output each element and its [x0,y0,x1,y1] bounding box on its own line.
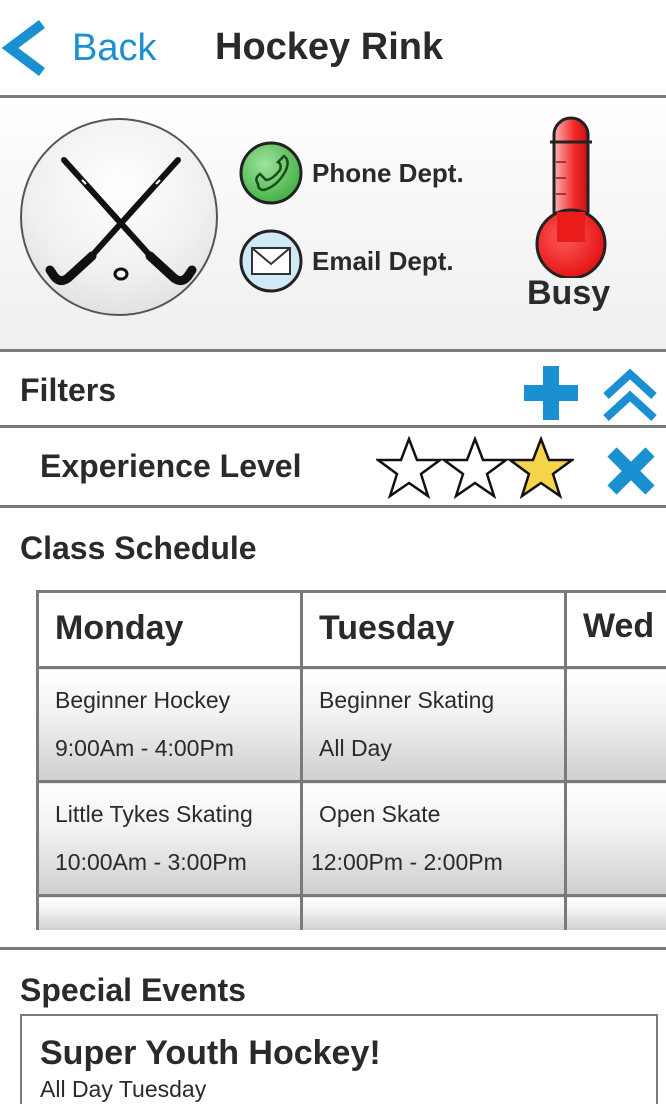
thermometer-icon [535,116,607,278]
busy-status-label: Busy [527,274,611,312]
crossed-hockey-sticks-icon [45,157,197,286]
event-when: All Day Tuesday [40,1076,207,1102]
star-outline-icon[interactable] [376,436,442,500]
email-dept-label: Email Dept. [312,245,454,276]
class-time: All Day [319,735,392,761]
schedule-cell[interactable] [564,894,666,930]
schedule-header-row: Monday Tuesday Wed [36,590,666,669]
schedule-cell[interactable]: Open Skate 12:00Pm - 2:00Pm [300,780,567,897]
section-divider [0,947,666,950]
star-outline-icon[interactable] [442,436,508,500]
class-name: Beginner Hockey [55,687,231,713]
experience-level-filter: Experience Level [0,428,666,508]
filters-title: Filters [20,372,117,408]
day-header-monday: Monday [36,590,303,669]
phone-icon [239,141,303,205]
experience-star-rating[interactable] [376,436,574,500]
class-time: 9:00Am - 4:00Pm [55,735,234,761]
schedule-cell[interactable]: Beginner Skating All Day [300,666,567,783]
schedule-cell[interactable] [36,894,303,930]
add-filter-plus-icon[interactable] [522,364,580,422]
header-bar: Back Hockey Rink [0,0,666,98]
day-header-wednesday: Wed [564,590,666,669]
phone-dept-label: Phone Dept. [312,157,464,188]
day-header-tuesday: Tuesday [300,590,567,669]
info-panel: Phone Dept. Email Dept. Busy [0,98,666,352]
event-card[interactable]: Super Youth Hockey! All Day Tuesday [20,1014,658,1104]
table-row: Beginner Hockey 9:00Am - 4:00Pm Beginner… [36,666,666,783]
class-time: 10:00Am - 3:00Pm [55,849,247,875]
phone-dept-button[interactable]: Phone Dept. [238,140,464,206]
chevron-left-icon [1,20,45,76]
double-chevron-up-icon[interactable] [600,368,660,424]
table-row: Little Tykes Skating 10:00Am - 3:00Pm Op… [36,780,666,897]
special-events-title: Special Events [20,972,246,1008]
envelope-icon [239,229,303,293]
back-button[interactable]: Back [0,20,156,76]
star-filled-icon[interactable] [508,436,574,500]
class-name: Little Tykes Skating [55,801,253,827]
class-name: Beginner Skating [319,687,495,713]
class-schedule-table[interactable]: Monday Tuesday Wed Beginner Hockey 9:00A… [36,590,666,930]
back-label: Back [72,26,157,69]
event-name: Super Youth Hockey! [40,1034,381,1072]
rink-logo [20,118,218,316]
experience-level-label: Experience Level [40,448,302,484]
schedule-cell[interactable] [564,666,666,783]
filters-bar: Filters [0,352,666,428]
schedule-cell[interactable] [300,894,567,930]
schedule-cell[interactable]: Beginner Hockey 9:00Am - 4:00Pm [36,666,303,783]
schedule-cell[interactable]: Little Tykes Skating 10:00Am - 3:00Pm [36,780,303,897]
email-dept-button[interactable]: Email Dept. [238,228,454,294]
schedule-cell[interactable] [564,780,666,897]
page-title: Hockey Rink [215,26,444,68]
table-row [36,894,666,930]
class-schedule-title: Class Schedule [20,530,257,566]
close-icon[interactable] [604,444,658,498]
class-name: Open Skate [319,801,441,827]
class-time: 12:00Pm - 2:00Pm [311,849,503,875]
